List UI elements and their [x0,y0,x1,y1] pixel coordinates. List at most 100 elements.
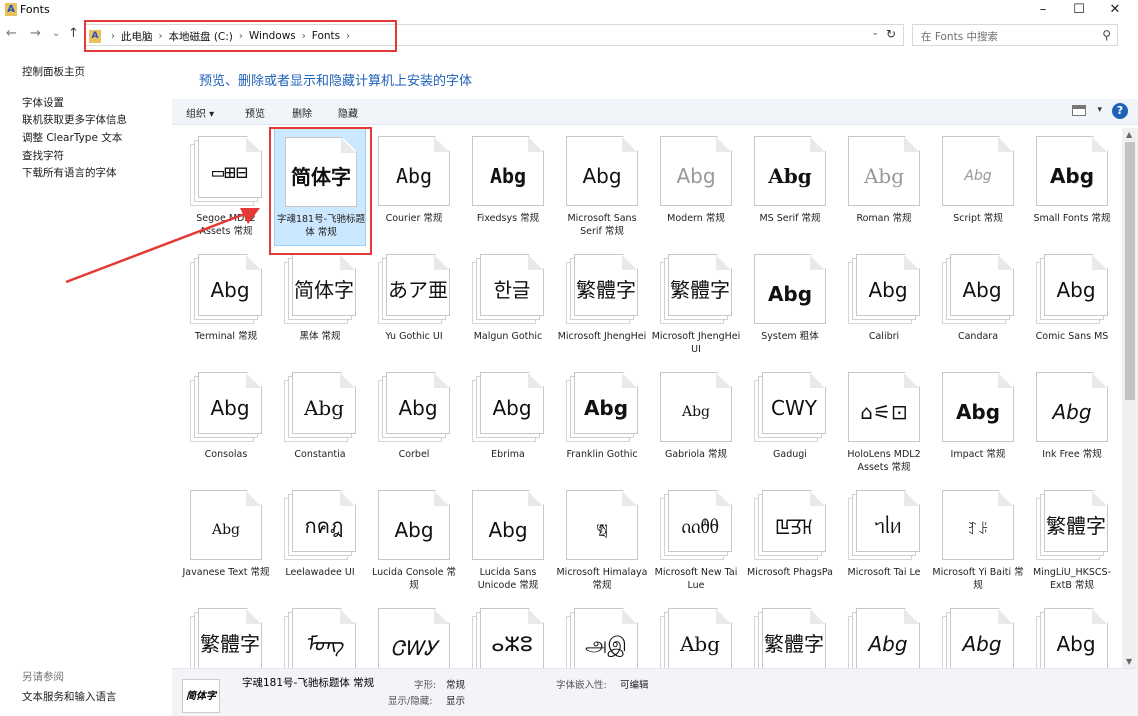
font-name-label: System 粗体 [761,331,819,342]
font-item[interactable]: Abg Calibri [838,246,930,364]
back-arrow-icon[interactable]: ← [6,26,17,42]
search-box[interactable]: 在 Fonts 中搜索 ⚲ [912,24,1118,46]
scrollbar-thumb[interactable] [1125,142,1135,400]
font-item[interactable]: Abg Ebrima [462,364,554,482]
maximize-button[interactable]: ☐ [1062,0,1096,20]
forward-arrow-icon[interactable]: → [30,26,41,42]
font-item[interactable]: Abg Comic Sans MS [1026,246,1118,364]
font-item[interactable]: 繁體字 Microsoft JhengHei UI [650,246,742,364]
address-dropdown-icon[interactable]: ⌄ [871,28,879,38]
font-item[interactable]: Abg Javanese Text 常规 [180,482,272,600]
font-name-label: Microsoft JhengHei UI [651,331,741,355]
font-name-label: Terminal 常规 [194,331,258,342]
font-name-label: Ink Free 常规 [1042,449,1102,460]
vertical-scrollbar[interactable]: ▲ ▼ [1122,128,1138,668]
font-item[interactable]: CWY Gadugi [744,364,836,482]
font-sample: 简体字 [294,278,354,302]
recent-locations-chevron-icon[interactable]: ⌄ [52,26,60,42]
font-item[interactable]: Abg [650,600,742,668]
embeddability-label: 字体嵌入性: [556,680,607,691]
font-item[interactable]: ᥐᥣᥢ Microsoft Tai Le [838,482,930,600]
close-button[interactable]: ✕ [1098,0,1132,20]
font-item[interactable]: ཨྥ Microsoft Himalaya 常规 [556,482,648,600]
view-dropdown-icon[interactable]: ▾ [1097,105,1102,115]
font-file-icon: Abg [754,254,826,324]
font-item[interactable]: Abg Small Fonts 常规 [1026,128,1118,246]
font-file-icon: Abg [378,136,450,206]
font-item[interactable]: ⴰⵣⵓ [462,600,554,668]
font-item[interactable]: Abg Roman 常规 [838,128,930,246]
font-item[interactable]: ⌂⚟⊡ HoloLens MDL2 Assets 常规 [838,364,930,482]
font-item[interactable]: Abg Impact 常规 [932,364,1024,482]
fonts-window: A Fonts – ☐ ✕ ← → ⌄ ↑ A › 此电脑 › 本地磁盘 (C:… [0,0,1138,716]
font-sample: அஇ [585,632,627,656]
font-file-icon: ᏣᎳᎩ [378,608,450,668]
font-settings-link[interactable]: 字体设置 [22,95,64,110]
font-sample: 繁體字 [200,632,260,656]
font-item[interactable]: ᦶᦹᦲ Microsoft New Tai Lue [650,482,742,600]
font-item[interactable]: Abg MS Serif 常规 [744,128,836,246]
font-item[interactable]: Abg Corbel [368,364,460,482]
font-item[interactable]: 繁體字 [180,600,272,668]
up-arrow-icon[interactable]: ↑ [68,26,79,42]
font-file-icon: 繁體字 [754,608,826,668]
font-item[interactable]: Abg [1026,600,1118,668]
font-item[interactable]: Abg Ink Free 常规 [1026,364,1118,482]
search-icon[interactable]: ⚲ [1102,28,1111,42]
font-file-icon: ᥐᥣᥢ [848,490,920,560]
font-item[interactable]: ᏣᎳᎩ [368,600,460,668]
organize-button[interactable]: 组织 ▾ [186,105,214,120]
font-item[interactable]: Abg Lucida Sans Unicode 常规 [462,482,554,600]
control-panel-home-link[interactable]: 控制面板主页 [22,64,85,79]
font-item[interactable]: Abg Lucida Console 常规 [368,482,460,600]
download-all-fonts-link[interactable]: 下载所有语言的字体 [22,165,117,180]
font-item[interactable]: Abg Constantia [274,364,366,482]
font-item[interactable]: 繁體字 MingLiU_HKSCS-ExtB 常规 [1026,482,1118,600]
find-character-link[interactable]: 查找字符 [22,148,64,163]
hide-button[interactable]: 隐藏 [338,105,358,120]
scroll-down-icon[interactable]: ▼ [1126,657,1132,666]
font-item[interactable]: Abg Franklin Gothic [556,364,648,482]
font-item[interactable]: ꆈꌠ Microsoft Yi Baiti 常规 [932,482,1024,600]
font-item[interactable]: Abg [932,600,1024,668]
view-options-icon[interactable] [1072,105,1086,116]
font-file-icon: Abg [1036,254,1108,324]
font-item[interactable]: Abg System 粗体 [744,246,836,364]
font-item[interactable]: 繁體字 [744,600,836,668]
scroll-up-icon[interactable]: ▲ [1126,130,1132,139]
font-item[interactable]: Abg Script 常规 [932,128,1024,246]
font-item[interactable]: Abg Candara [932,246,1024,364]
font-item[interactable]: Abg Microsoft Sans Serif 常规 [556,128,648,246]
font-file-icon: அஇ [566,608,638,668]
font-file-icon: ⴰⵣⵓ [472,608,544,668]
font-sample: Abg [767,282,813,306]
font-item[interactable]: ᠮᠣᠩ [274,600,366,668]
font-item[interactable]: 한글 Malgun Gothic [462,246,554,364]
font-item[interactable]: Abg [838,600,930,668]
minimize-button[interactable]: – [1026,0,1060,20]
font-item[interactable]: 繁體字 Microsoft JhengHei [556,246,648,364]
font-item[interactable]: Abg Gabriola 常规 [650,364,742,482]
font-item[interactable]: あア亜 Yu Gothic UI [368,246,460,364]
get-more-fonts-link[interactable]: 联机获取更多字体信息 [22,112,127,127]
adjust-cleartype-link[interactable]: 调整 ClearType 文本 [22,130,122,145]
search-input[interactable]: 在 Fonts 中搜索 [921,29,998,44]
font-name-label: Javanese Text 常规 [182,567,270,578]
font-name-label: Modern 常规 [667,213,725,224]
preview-button[interactable]: 预览 [245,105,265,120]
help-icon[interactable]: ? [1112,103,1128,119]
font-item[interactable]: Abg Consolas [180,364,272,482]
font-item[interactable]: กคฎ Leelawadee UI [274,482,366,600]
font-file-icon: Abg [942,136,1014,206]
font-item[interactable]: 简体字 黑体 常规 [274,246,366,364]
refresh-icon[interactable]: ↻ [886,27,896,41]
font-file-icon: Abg [660,372,732,442]
delete-button[interactable]: 删除 [292,105,312,120]
font-item[interactable]: Abg Courier 常规 [368,128,460,246]
font-item[interactable]: ꡖꡗꡘ Microsoft PhagsPa [744,482,836,600]
text-services-link[interactable]: 文本服务和输入语言 [22,689,117,704]
font-item[interactable]: அஇ [556,600,648,668]
font-item[interactable]: Abg Fixedsys 常规 [462,128,554,246]
font-file-icon: CWY [754,372,826,442]
font-item[interactable]: Abg Modern 常规 [650,128,742,246]
